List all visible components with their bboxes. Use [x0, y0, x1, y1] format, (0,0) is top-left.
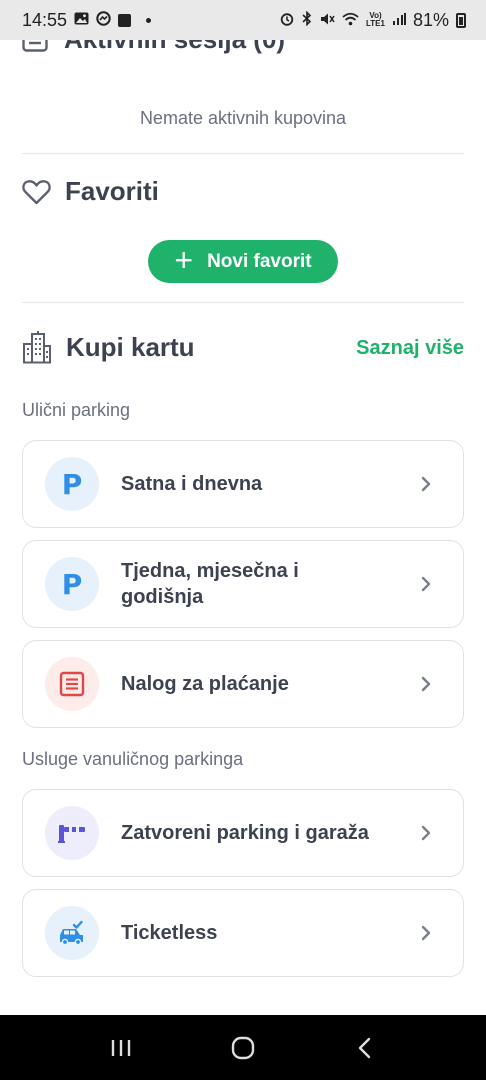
street-parking-label: Ulični parking — [22, 400, 131, 420]
learn-more-link[interactable]: Saznaj više — [356, 337, 464, 360]
new-favorite-button[interactable]: + Novi favorit — [148, 240, 338, 283]
parking-icon: P — [45, 457, 99, 511]
plus-icon: + — [174, 242, 194, 278]
ticket-option-label: Satna i dnevna — [121, 473, 263, 495]
app-icon — [118, 13, 132, 27]
recent-apps-icon — [111, 1039, 131, 1056]
home-icon — [231, 1036, 255, 1059]
ticket-option-payment-order[interactable]: Nalog za plaćanje — [22, 640, 464, 728]
favorites-title: Favoriti — [65, 176, 159, 206]
mute-icon — [320, 12, 335, 29]
back-chevron-icon — [358, 1037, 371, 1058]
ticket-option-label: Ticketless — [121, 922, 218, 944]
ticket-option-ticketless[interactable]: Ticketless — [22, 889, 464, 977]
car-check-icon — [45, 906, 99, 960]
chevron-right-icon — [421, 925, 431, 941]
battery-percent: 81% — [412, 9, 449, 30]
chevron-right-icon — [421, 476, 431, 492]
recent-apps-button[interactable] — [101, 1028, 141, 1068]
ticket-option-hourly-daily[interactable]: P Satna i dnevna — [22, 440, 464, 528]
battery-icon — [456, 12, 466, 28]
ticket-option-label: Tjedna, mjesečna i godišnja — [121, 560, 299, 608]
dot-icon — [146, 17, 152, 23]
status-left: 14:55 — [22, 9, 152, 31]
heart-icon — [22, 179, 51, 204]
chevron-right-icon — [421, 676, 431, 692]
volte-icon: Vo) LTE1 — [366, 11, 385, 28]
buy-ticket-header: Kupi kartu — [22, 330, 195, 364]
ticket-option-weekly-monthly-yearly[interactable]: P Tjedna, mjesečna i godišnja — [22, 540, 464, 628]
bluetooth-icon — [301, 10, 313, 29]
ticket-option-label: Zatvoreni parking i garaža — [121, 822, 369, 844]
system-nav-bar — [0, 1015, 486, 1080]
back-button[interactable] — [345, 1028, 385, 1068]
ticket-option-label: Nalog za plaćanje — [121, 673, 289, 695]
status-right: Vo) LTE1 81% — [280, 10, 466, 31]
new-favorite-label: Novi favorit — [207, 250, 312, 272]
barrier-gate-icon — [45, 806, 99, 860]
offstreet-parking-label: Usluge vanuličnog parkinga — [22, 749, 244, 769]
divider — [22, 302, 464, 303]
city-buildings-icon — [23, 331, 51, 364]
favorites-header: Favoriti — [22, 176, 159, 207]
chevron-right-icon — [421, 576, 431, 592]
messenger-icon — [96, 11, 111, 29]
gallery-icon — [74, 12, 89, 28]
wifi-icon — [342, 12, 359, 29]
chevron-right-icon — [421, 825, 431, 841]
invoice-icon — [45, 657, 99, 711]
buy-ticket-title: Kupi kartu — [66, 331, 195, 362]
alarm-icon — [280, 12, 294, 29]
ticket-option-closed-parking-garage[interactable]: Zatvoreni parking i garaža — [22, 789, 464, 877]
status-time: 14:55 — [22, 9, 68, 30]
parking-icon: P — [45, 557, 99, 611]
sessions-empty-text: Nemate aktivnih kupovina — [139, 108, 347, 128]
divider — [22, 153, 464, 154]
status-bar: 14:55 Vo) LTE1 81% — [0, 0, 486, 40]
signal-icon — [392, 12, 406, 29]
home-button[interactable] — [223, 1028, 263, 1068]
